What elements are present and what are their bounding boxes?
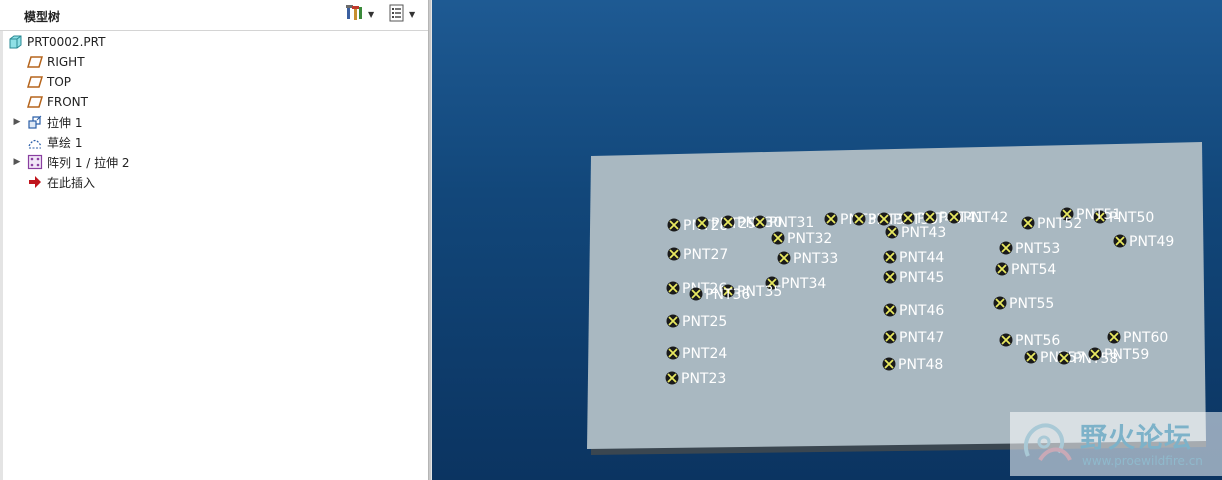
datum-point-label: PNT24 <box>682 346 727 362</box>
datum-point-label: PNT49 <box>1129 234 1174 250</box>
datum-point-label: PNT27 <box>683 247 728 263</box>
tree-item-top-plane[interactable]: TOP <box>0 72 428 92</box>
tree-item-extrude-1[interactable]: ▶ 拉伸 1 <box>0 112 428 132</box>
datum-plane-icon <box>27 54 43 70</box>
display-list-icon <box>388 4 406 26</box>
datum-point-label: PNT23 <box>681 371 726 387</box>
tree-item-sketch-1[interactable]: 草绘 1 <box>0 132 428 152</box>
chevron-down-icon: ▼ <box>409 10 416 19</box>
expand-arrow-icon[interactable]: ▶ <box>12 157 22 167</box>
watermark-title: 野火论坛 <box>1080 423 1192 454</box>
datum-point-label: PNT45 <box>899 270 944 286</box>
datum-point-label: PNT51 <box>1076 207 1121 223</box>
datum-point-label: PNT31 <box>769 215 814 231</box>
tree-display-button[interactable]: ▼ <box>388 4 416 26</box>
tree-item-pattern-1[interactable]: ▶ 阵列 1 / 拉伸 2 <box>0 152 428 172</box>
datum-point-label: PNT32 <box>787 231 832 247</box>
extrude-icon <box>27 114 43 130</box>
insert-here-arrow-icon <box>27 174 43 190</box>
datum-point-label: PNT33 <box>793 251 838 267</box>
datum-point-label: PNT42 <box>963 210 1008 226</box>
tree-item-front-plane[interactable]: FRONT <box>0 92 428 112</box>
datum-plane-icon <box>27 74 43 90</box>
tree-item-label: 拉伸 1 <box>47 115 83 130</box>
datum-plane-icon <box>27 94 43 110</box>
settings-tools-icon <box>345 4 365 26</box>
forum-watermark: 野火论坛 www.proewildfire.cn <box>1010 412 1222 476</box>
tree-item-label: 在此插入 <box>47 175 96 190</box>
datum-point-label: PNT54 <box>1011 262 1056 278</box>
datum-point-label: PNT34 <box>781 276 826 292</box>
tree-settings-button[interactable]: ▼ <box>345 4 375 26</box>
graphics-viewport[interactable]: PNT23PNT24PNT25PNT26PNT27PNT28PNT29PNT30… <box>432 0 1222 480</box>
model-tree-header: 模型树 ▼ ▼ <box>0 0 428 31</box>
tree-item-label: 阵列 1 / 拉伸 2 <box>47 155 130 170</box>
sketch-icon <box>27 134 43 150</box>
pattern-icon <box>27 154 43 170</box>
datum-point-label: PNT55 <box>1009 296 1054 312</box>
tree-item-part[interactable]: PRT0002.PRT <box>0 32 428 52</box>
chevron-down-icon: ▼ <box>368 10 375 19</box>
datum-point-label: PNT44 <box>899 250 944 266</box>
tree-item-label: PRT0002.PRT <box>27 35 106 49</box>
datum-point-label: PNT48 <box>898 357 943 373</box>
model-tree-title: 模型树 <box>24 10 61 24</box>
watermark-logo-icon <box>1018 416 1076 476</box>
datum-point-label: PNT60 <box>1123 330 1168 346</box>
datum-point-label: PNT36 <box>705 287 750 303</box>
tree-item-label: RIGHT <box>47 55 85 69</box>
datum-point-label: PNT43 <box>901 225 946 241</box>
datum-point-label: PNT47 <box>899 330 944 346</box>
datum-point-label: PNT56 <box>1015 333 1060 349</box>
expand-arrow-icon[interactable]: ▶ <box>12 117 22 127</box>
datum-point-label: PNT52 <box>1037 216 1082 232</box>
part-icon <box>7 34 23 50</box>
datum-point-label: PNT59 <box>1104 347 1149 363</box>
tree-item-label: FRONT <box>47 95 88 109</box>
datum-point-label: PNT53 <box>1015 241 1060 257</box>
tree-item-insert-here[interactable]: 在此插入 <box>0 172 428 192</box>
tree-item-label: 草绘 1 <box>47 135 83 150</box>
tree-item-label: TOP <box>47 75 72 89</box>
datum-point-label: PNT25 <box>682 314 727 330</box>
model-tree-panel: 模型树 ▼ ▼ PRT0002.PRT RIGHT TOP FRONT ▶ 拉伸… <box>0 0 430 480</box>
watermark-url: www.proewildfire.cn <box>1082 454 1203 468</box>
plate-surface[interactable] <box>587 142 1206 449</box>
model-canvas: PNT23PNT24PNT25PNT26PNT27PNT28PNT29PNT30… <box>587 142 1206 455</box>
datum-point-label: PNT46 <box>899 303 944 319</box>
tree-item-right-plane[interactable]: RIGHT <box>0 52 428 72</box>
